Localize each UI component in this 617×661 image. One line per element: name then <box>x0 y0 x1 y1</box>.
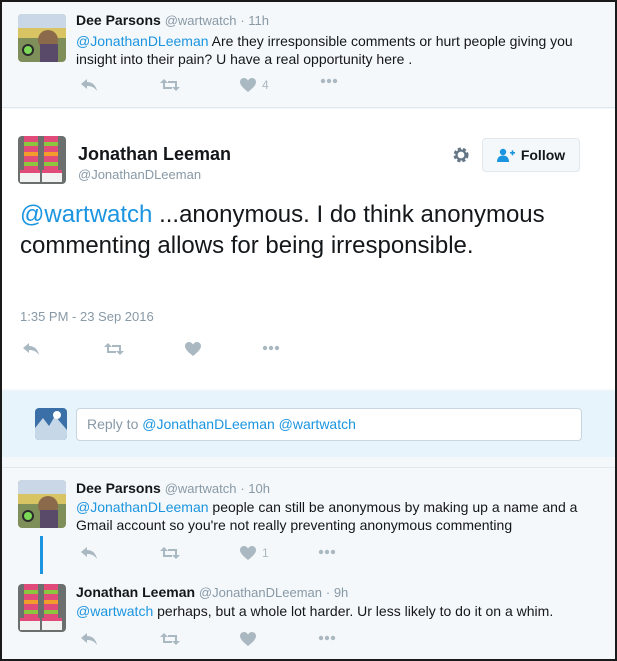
avatar[interactable] <box>18 584 66 632</box>
more-icon <box>318 549 336 555</box>
tweet-actions <box>22 342 322 362</box>
retweet-button[interactable] <box>104 342 124 356</box>
like-button[interactable] <box>240 632 256 646</box>
reply-icon <box>81 79 97 91</box>
more-button[interactable] <box>320 78 338 84</box>
avatar[interactable] <box>18 14 66 62</box>
tweet-actions: 1 <box>76 546 376 566</box>
gear-icon[interactable] <box>452 146 470 169</box>
tweet-text: @wartwatch perhaps, but a whole lot hard… <box>76 602 596 620</box>
more-icon <box>318 635 336 641</box>
retweet-icon <box>160 633 180 645</box>
like-button[interactable]: 1 <box>240 546 269 560</box>
retweet-button[interactable] <box>160 78 180 92</box>
tweet-header: Dee Parsons @wartwatch · 11h <box>76 12 269 28</box>
author-name[interactable]: Dee Parsons <box>76 12 161 28</box>
tweet-time[interactable]: · 9h <box>326 585 348 600</box>
tweet-text: @JonathanDLeeman Are they irresponsible … <box>76 32 596 68</box>
retweet-icon <box>160 79 180 91</box>
like-icon <box>240 632 256 646</box>
mention-link[interactable]: @JonathanDLeeman <box>76 33 209 49</box>
tweet-body: perhaps, but a whole lot harder. Ur less… <box>153 603 554 619</box>
mention-link[interactable]: @wartwatch <box>20 201 152 228</box>
author-handle[interactable]: @wartwatch <box>165 481 237 496</box>
tweet-jonathan-leeman-reply[interactable]: Jonathan Leeman @JonathanDLeeman · 9h @w… <box>2 574 615 659</box>
reply-button[interactable] <box>22 342 40 356</box>
reply-button[interactable] <box>80 546 98 560</box>
tweet-dee-parsons-1[interactable]: Dee Parsons @wartwatch · 11h @JonathanDL… <box>2 2 615 106</box>
tweet-time[interactable]: · 11h <box>240 13 269 28</box>
author-handle[interactable]: @wartwatch <box>165 13 237 28</box>
tweet-header: Jonathan Leeman @JonathanDLeeman <box>78 144 231 182</box>
like-icon <box>240 78 256 92</box>
user-avatar <box>35 408 67 440</box>
like-button[interactable] <box>185 342 201 356</box>
main-tweet: Jonathan Leeman @JonathanDLeeman Follow … <box>2 109 615 389</box>
reply-composer: Reply to @JonathanDLeeman @wartwatch <box>2 391 615 457</box>
tweet-header: Jonathan Leeman @JonathanDLeeman · 9h <box>76 584 348 600</box>
reply-mentions: @JonathanDLeeman @wartwatch <box>142 416 356 432</box>
like-icon <box>185 342 201 356</box>
more-button[interactable] <box>318 549 336 555</box>
tweet-header: Dee Parsons @wartwatch · 10h <box>76 480 270 496</box>
author-name[interactable]: Dee Parsons <box>76 480 161 496</box>
tweet-actions: 4 <box>76 78 376 98</box>
author-name[interactable]: Jonathan Leeman <box>78 144 231 165</box>
follow-person-icon <box>496 148 515 162</box>
tweet-time[interactable]: · 10h <box>240 481 270 496</box>
author-handle[interactable]: @JonathanDLeeman <box>78 167 231 182</box>
author-handle[interactable]: @JonathanDLeeman <box>199 585 322 600</box>
reply-button[interactable] <box>80 632 98 646</box>
follow-label: Follow <box>520 147 566 163</box>
more-button[interactable] <box>318 635 336 641</box>
reply-icon <box>23 343 39 355</box>
more-button[interactable] <box>262 345 280 351</box>
retweet-button[interactable] <box>160 546 180 560</box>
reply-input[interactable]: Reply to @JonathanDLeeman @wartwatch <box>76 408 582 441</box>
avatar[interactable] <box>18 480 66 528</box>
mention-link[interactable]: @wartwatch <box>76 603 153 619</box>
reply-icon <box>81 547 97 559</box>
tweet-actions <box>76 632 376 652</box>
reply-prefix: Reply to <box>87 416 143 432</box>
retweet-button[interactable] <box>160 632 180 646</box>
like-button[interactable]: 4 <box>240 78 269 92</box>
tweet-dee-parsons-2[interactable]: Dee Parsons @wartwatch · 10h @JonathanDL… <box>2 468 615 574</box>
reply-icon <box>81 633 97 645</box>
follow-button[interactable]: Follow <box>482 138 580 172</box>
more-icon <box>320 78 338 84</box>
more-icon <box>262 345 280 351</box>
retweet-icon <box>104 343 124 355</box>
tweet-text: @wartwatch ...anonymous. I do think anon… <box>20 199 580 261</box>
retweet-icon <box>160 547 180 559</box>
reply-button[interactable] <box>80 78 98 92</box>
divider <box>2 107 615 108</box>
avatar[interactable] <box>18 136 66 184</box>
conversation-thread-line <box>40 536 43 578</box>
mention-link[interactable]: @JonathanDLeeman <box>76 499 209 515</box>
author-name[interactable]: Jonathan Leeman <box>76 584 195 600</box>
like-count: 4 <box>262 78 269 92</box>
like-icon <box>240 546 256 560</box>
tweet-timestamp[interactable]: 1:35 PM - 23 Sep 2016 <box>20 309 154 324</box>
like-count: 1 <box>262 546 269 560</box>
tweet-text: @JonathanDLeeman people can still be ano… <box>76 498 596 534</box>
